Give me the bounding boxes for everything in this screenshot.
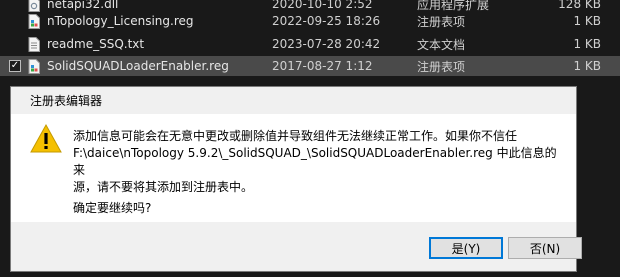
- file-date: 2023-07-28 20:42: [272, 37, 381, 51]
- reg-icon: [28, 59, 40, 74]
- confirm-question: 确定要继续吗?: [73, 201, 152, 215]
- file-type: 文本文档: [417, 37, 466, 52]
- warning-icon: [30, 123, 62, 153]
- yes-button[interactable]: 是(Y): [429, 237, 503, 259]
- file-name: netapi32.dll: [47, 0, 119, 11]
- file-type: 注册表项: [417, 14, 466, 29]
- file-row[interactable]: readme_SSQ.txt 2023-07-28 20:42 文本文档 1 K…: [0, 34, 620, 54]
- file-type: 注册表项: [417, 59, 466, 74]
- message-line: 添加信息可能会在无意中更改或删除值并导致组件无法继续正常工作。如果你不信任: [73, 129, 518, 143]
- file-name: SolidSQUADLoaderEnabler.reg: [47, 59, 229, 73]
- dialog-title: 注册表编辑器: [30, 94, 103, 108]
- file-size: 128 KB: [558, 0, 601, 11]
- file-date: 2017-08-27 1:12: [272, 59, 373, 73]
- no-button[interactable]: 否(N): [508, 237, 582, 259]
- file-date: 2020-10-10 2:52: [272, 0, 373, 11]
- file-size: 1 KB: [573, 14, 601, 28]
- file-name: nTopology_Licensing.reg: [47, 14, 194, 28]
- file-size: 1 KB: [573, 59, 601, 73]
- message-line: F:\daice\nTopology 5.9.2\_SolidSQUAD_\So…: [73, 146, 557, 177]
- message-line: 源，请不要将其添加到注册表中。: [73, 180, 254, 194]
- file-date: 2022-09-25 18:26: [272, 14, 381, 28]
- file-size: 1 KB: [573, 37, 601, 51]
- dialog-message: 添加信息可能会在无意中更改或删除值并导致组件无法继续正常工作。如果你不信任 F:…: [73, 128, 568, 196]
- registry-editor-dialog: 注册表编辑器 添加信息可能会在无意中更改或删除值并导致组件无法继续正常工作。如果…: [10, 86, 582, 272]
- file-row[interactable]: nTopology_Licensing.reg 2022-09-25 18:26…: [0, 11, 620, 31]
- file-row-selected[interactable]: ✓ SolidSQUADLoaderEnabler.reg 2017-08-27…: [0, 56, 620, 76]
- file-name: readme_SSQ.txt: [47, 37, 145, 51]
- row-checkbox[interactable]: ✓: [9, 60, 21, 72]
- reg-icon: [28, 14, 40, 29]
- txt-icon: [28, 37, 40, 52]
